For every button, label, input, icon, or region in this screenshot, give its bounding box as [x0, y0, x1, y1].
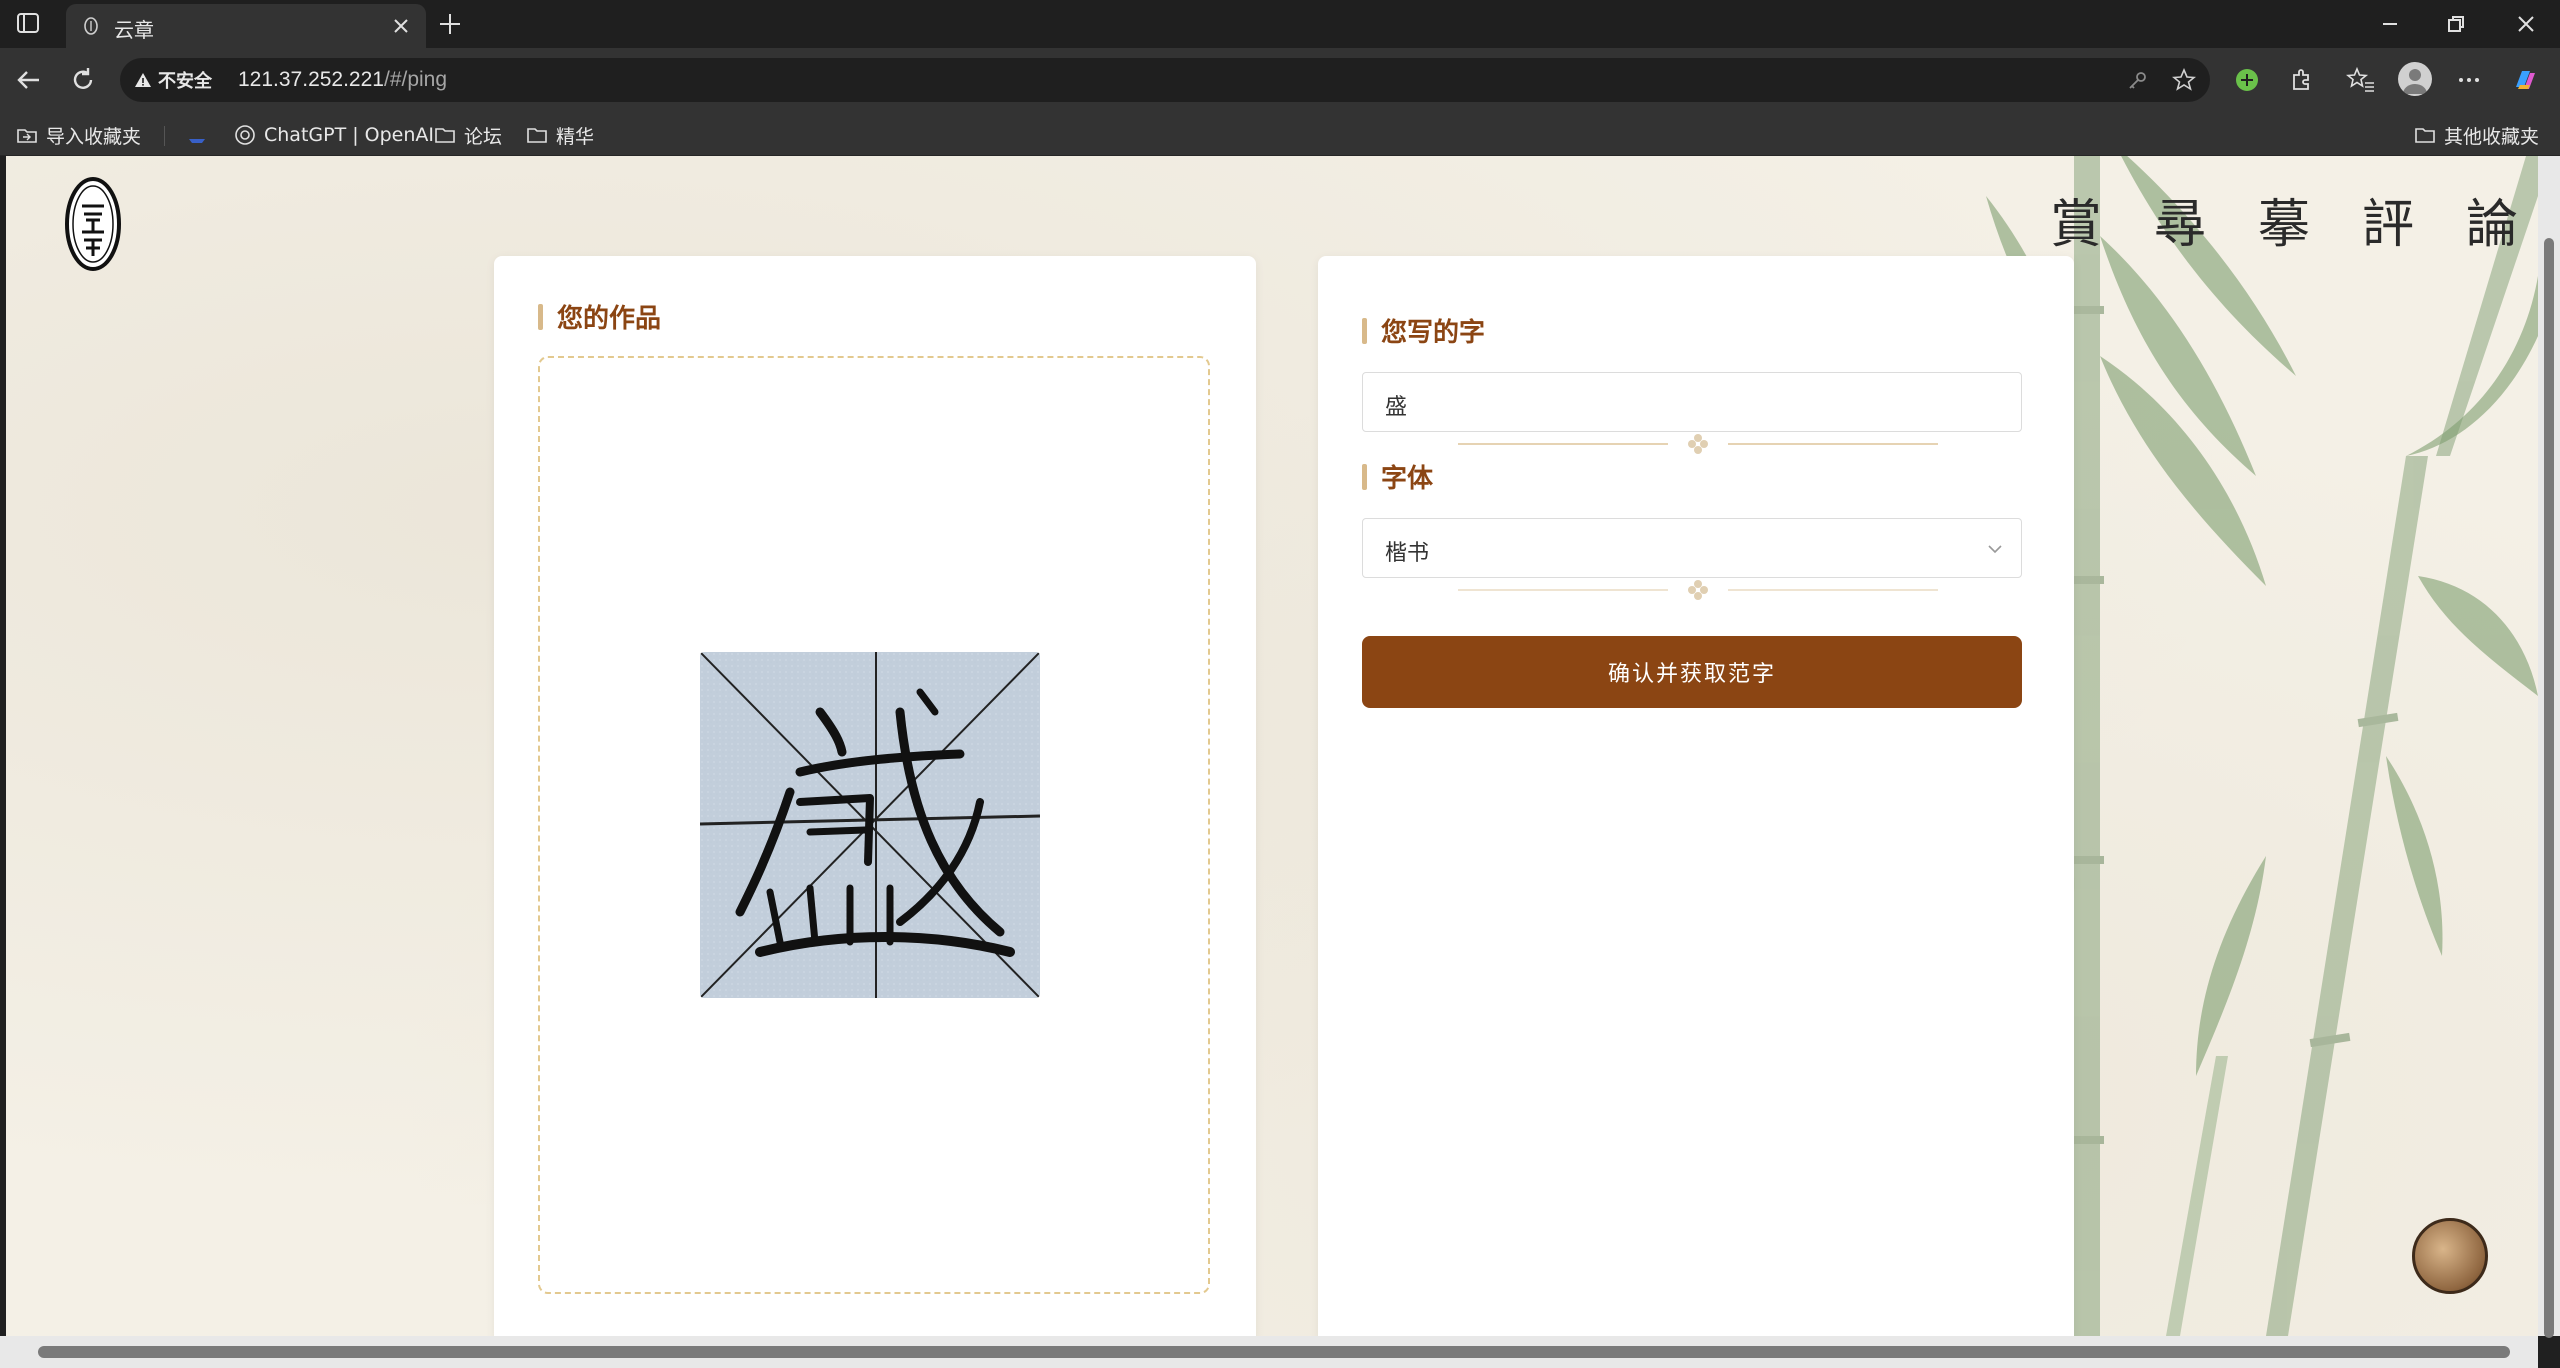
back-arrow-icon[interactable]	[12, 63, 46, 97]
floating-assistant-button[interactable]	[2412, 1218, 2488, 1294]
work-title-text: 您的作品	[557, 304, 662, 334]
tab-close-icon[interactable]	[390, 15, 412, 37]
font-select-value: 楷书	[1385, 541, 1430, 566]
favorite-star-icon[interactable]	[2172, 68, 2196, 92]
browser-toolbar: 不安全 121.37.252.221/#/ping	[0, 48, 2560, 114]
work-card: 您的作品	[494, 256, 1256, 1336]
copilot-icon[interactable]	[2510, 65, 2540, 95]
bookmark-other-label: 其他收藏夹	[2444, 125, 2540, 148]
site-logo-seal[interactable]	[64, 176, 122, 272]
bookmark-other[interactable]: 其他收藏夹	[2414, 122, 2539, 148]
reload-icon[interactable]	[66, 63, 100, 97]
upload-area[interactable]	[538, 356, 1210, 1294]
bookmark-import[interactable]: 导入收藏夹	[16, 122, 141, 148]
vertical-scroll-thumb[interactable]	[2544, 238, 2554, 1338]
folder-icon	[527, 128, 547, 143]
section-bar	[1362, 317, 1367, 344]
nav-review[interactable]: 評	[2362, 182, 2414, 257]
browser-tab-active[interactable]: 云章	[66, 4, 426, 48]
font-label-text: 字体	[1381, 464, 1434, 494]
url-path: /#/ping	[383, 68, 448, 91]
key-icon[interactable]	[2126, 68, 2150, 92]
nav-discuss[interactable]: 論	[2466, 182, 2518, 257]
folder-icon	[2415, 128, 2435, 143]
ornament-divider	[1458, 580, 1938, 600]
char-label-text: 您写的字	[1381, 318, 1486, 348]
new-tab-icon[interactable]	[436, 10, 464, 38]
char-input-value: 盛	[1385, 395, 1408, 420]
bookmark-essence[interactable]: 精华	[526, 122, 594, 148]
browser-titlebar: 云章	[0, 0, 2560, 48]
blue-site-icon	[189, 139, 205, 143]
nav-search[interactable]: 尋	[2154, 182, 2206, 257]
warning-icon	[135, 73, 151, 87]
url-text[interactable]: 121.37.252.221/#/ping	[238, 68, 447, 92]
bookmark-essence-label: 精华	[556, 125, 595, 148]
section-bar	[538, 303, 543, 330]
section-bar	[1362, 463, 1367, 490]
extensions-puzzle-icon[interactable]	[2286, 65, 2316, 95]
horizontal-scrollbar[interactable]	[0, 1336, 2538, 1368]
bookmark-chatgpt-label: ChatGPT | OpenAI	[264, 124, 435, 146]
bookmark-forum[interactable]: 论坛	[434, 122, 502, 148]
extension-green-icon[interactable]	[2232, 65, 2262, 95]
bookmark-separator	[164, 126, 165, 146]
tab-actions-icon[interactable]	[14, 10, 44, 38]
vertical-scrollbar[interactable]	[2538, 156, 2560, 1338]
tab-title: 云章	[114, 18, 154, 42]
chevron-down-icon	[1988, 545, 2002, 554]
horizontal-scroll-thumb[interactable]	[38, 1346, 2510, 1358]
bookmark-forum-label: 论坛	[464, 125, 503, 148]
font-select[interactable]: 楷书	[1362, 518, 2022, 578]
bookmark-blank[interactable]	[186, 122, 208, 148]
security-indicator[interactable]: 不安全	[134, 70, 212, 92]
bookmark-import-label: 导入收藏夹	[46, 125, 142, 148]
person-icon	[2403, 69, 2427, 94]
char-input[interactable]: 盛	[1362, 372, 2022, 432]
url-host: 121.37.252.221	[238, 68, 384, 91]
nav-copy[interactable]: 摹	[2258, 182, 2310, 257]
restore-icon[interactable]	[2442, 10, 2470, 38]
folder-icon	[435, 128, 455, 143]
more-menu-icon[interactable]	[2454, 65, 2484, 95]
ornament-divider	[1458, 434, 1938, 454]
bookmarks-bar: 导入收藏夹 ChatGPT | OpenAI 论坛 精华 其他收藏夹	[0, 114, 2560, 156]
profile-avatar[interactable]	[2398, 62, 2432, 96]
options-card: 您写的字 盛 字体 楷书 确认并获取范字	[1318, 256, 2074, 1336]
openai-icon	[235, 125, 255, 145]
window-close-icon[interactable]	[2512, 10, 2540, 38]
confirm-button[interactable]: 确认并获取范字	[1362, 636, 2022, 708]
bookmark-chatgpt[interactable]: ChatGPT | OpenAI	[234, 122, 434, 148]
char-section-title: 您写的字	[1362, 312, 1485, 349]
security-label: 不安全	[158, 71, 212, 92]
site-favicon-icon	[84, 17, 98, 35]
font-section-title: 字体	[1362, 458, 1433, 495]
import-folder-icon	[17, 129, 37, 143]
work-section-title: 您的作品	[538, 298, 661, 335]
favorites-list-icon[interactable]	[2346, 65, 2376, 95]
address-bar[interactable]: 不安全 121.37.252.221/#/ping	[120, 58, 2210, 102]
nav-appreciate[interactable]: 賞	[2050, 182, 2102, 257]
main-nav: 賞 尋 摹 評 論	[2050, 182, 2518, 257]
uploaded-character-image[interactable]	[700, 652, 1040, 998]
minimize-icon[interactable]	[2376, 10, 2404, 38]
page-viewport: 賞 尋 摹 評 論 您的作品 您写的字 盛 字体 楷书 确认并获取范字	[6, 156, 2538, 1336]
